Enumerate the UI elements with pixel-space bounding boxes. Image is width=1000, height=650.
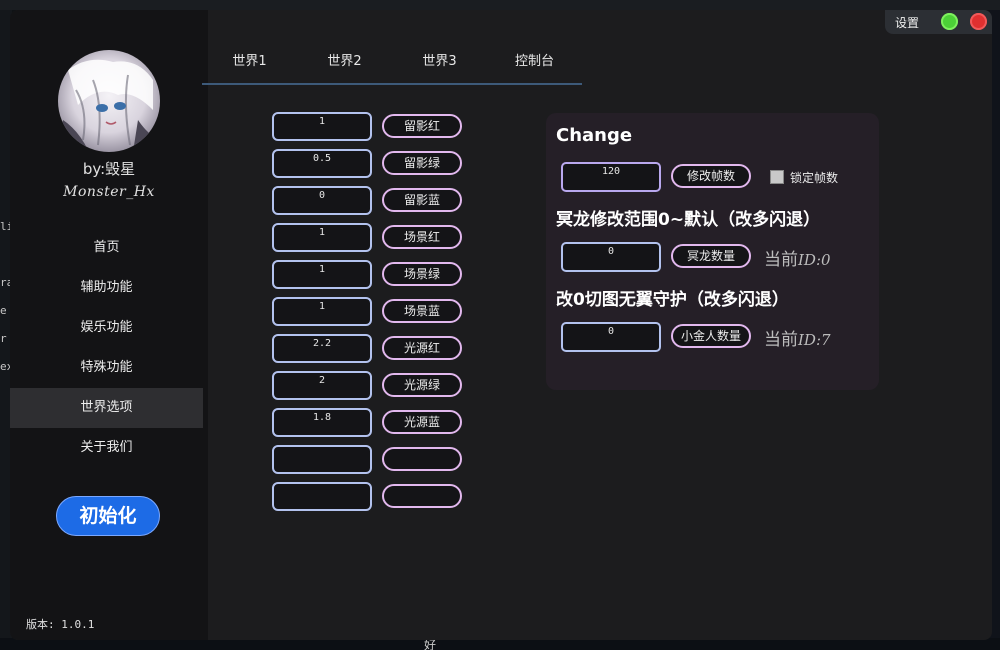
world-option-row: 2.2 光源红: [272, 334, 472, 363]
golden-man-count-button[interactable]: 小金人数量: [671, 324, 751, 348]
world-apply-button[interactable]: [382, 447, 462, 471]
sidebar-item-entertainment[interactable]: 娱乐功能: [10, 308, 203, 348]
tab-world-3[interactable]: 世界3: [392, 48, 487, 83]
lock-fps-checkbox[interactable]: [770, 170, 784, 184]
minimize-button[interactable]: [941, 13, 958, 30]
world-option-row: 1 场景绿: [272, 260, 472, 289]
world-apply-button[interactable]: 留影蓝: [382, 188, 462, 212]
world-apply-button[interactable]: 光源蓝: [382, 410, 462, 434]
background-taskbar-strip: [0, 0, 1000, 10]
sidebar-nav: 首页 辅助功能 娱乐功能 特殊功能 世界选项 关于我们: [10, 228, 203, 468]
author-handle: Monster_Hx: [63, 184, 155, 200]
background-text-fragment: e: [0, 304, 7, 317]
world-apply-button[interactable]: 光源绿: [382, 373, 462, 397]
world-option-row: 1 场景红: [272, 223, 472, 252]
avatar: [58, 50, 160, 152]
close-button[interactable]: [970, 13, 987, 30]
sidebar: by:毁星 Monster_Hx 首页 辅助功能 娱乐功能 特殊功能 世界选项 …: [10, 10, 208, 640]
change-panel: Change 120 修改帧数 锁定帧数 冥龙修改范围0~默认（改多闪退） 0 …: [546, 113, 879, 390]
world-option-row: 1.8 光源蓝: [272, 408, 472, 437]
world-option-row: 0 留影蓝: [272, 186, 472, 215]
world-option-row: 2 光源绿: [272, 371, 472, 400]
world-apply-button[interactable]: 场景蓝: [382, 299, 462, 323]
world-tabs: 世界1 世界2 世界3 控制台: [202, 48, 582, 85]
world-apply-button[interactable]: 留影绿: [382, 151, 462, 175]
sidebar-item-about[interactable]: 关于我们: [10, 428, 203, 468]
world-apply-button[interactable]: 留影红: [382, 114, 462, 138]
world-value-input[interactable]: 1: [272, 223, 372, 252]
world-apply-button[interactable]: 场景绿: [382, 262, 462, 286]
world-option-row: [272, 482, 472, 511]
world-value-input[interactable]: 1: [272, 112, 372, 141]
tab-console[interactable]: 控制台: [487, 48, 582, 83]
world-value-input[interactable]: [272, 445, 372, 474]
main-window: by:毁星 Monster_Hx 首页 辅助功能 娱乐功能 特殊功能 世界选项 …: [10, 10, 992, 640]
dragon-count-input[interactable]: 0: [561, 242, 661, 272]
background-text-fragment: r: [0, 332, 7, 345]
tab-world-2[interactable]: 世界2: [297, 48, 392, 83]
lock-fps-label: 锁定帧数: [790, 171, 839, 185]
version-label: 版本: 1.0.1: [26, 618, 95, 631]
world-value-input[interactable]: 2: [272, 371, 372, 400]
sidebar-item-special[interactable]: 特殊功能: [10, 348, 203, 388]
world-value-input[interactable]: 1: [272, 297, 372, 326]
world-apply-button[interactable]: 光源红: [382, 336, 462, 360]
world-option-row: 1 留影红: [272, 112, 472, 141]
settings-button[interactable]: 设置: [895, 14, 919, 31]
modify-fps-button[interactable]: 修改帧数: [671, 164, 751, 188]
world-value-input[interactable]: 0.5: [272, 149, 372, 178]
guard-current-id: 当前ID:7: [764, 330, 831, 350]
dragon-count-button[interactable]: 冥龙数量: [671, 244, 751, 268]
fps-input[interactable]: 120: [561, 162, 661, 192]
sidebar-item-home[interactable]: 首页: [10, 228, 203, 268]
world-apply-button[interactable]: [382, 484, 462, 508]
dragon-current-id: 当前ID:0: [764, 250, 831, 270]
world-value-input[interactable]: 0: [272, 186, 372, 215]
world-option-row: 1 场景蓝: [272, 297, 472, 326]
author-name: by:毁星: [82, 160, 136, 178]
dragon-heading: 冥龙修改范围0~默认（改多闪退）: [556, 210, 821, 230]
window-controls: 设置: [885, 10, 992, 34]
world-value-input[interactable]: [272, 482, 372, 511]
sidebar-item-world-options[interactable]: 世界选项: [10, 388, 203, 428]
world-apply-button[interactable]: 场景红: [382, 225, 462, 249]
world-value-input[interactable]: 1.8: [272, 408, 372, 437]
tab-world-1[interactable]: 世界1: [202, 48, 297, 83]
world-value-input[interactable]: 1: [272, 260, 372, 289]
world-option-row: [272, 445, 472, 474]
panel-title: Change: [556, 125, 633, 146]
guard-count-input[interactable]: 0: [561, 322, 661, 352]
world-option-row: 0.5 留影绿: [272, 149, 472, 178]
world-value-input[interactable]: 2.2: [272, 334, 372, 363]
guard-heading: 改0切图无翼守护（改多闪退）: [556, 290, 789, 310]
initialize-button[interactable]: 初始化: [56, 496, 160, 536]
sidebar-item-assist[interactable]: 辅助功能: [10, 268, 203, 308]
